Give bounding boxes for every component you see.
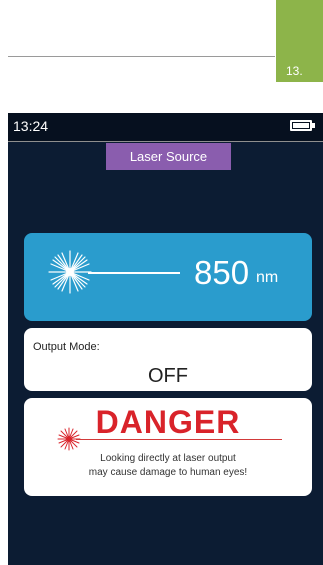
battery-tip xyxy=(312,123,315,128)
danger-warning-panel: DANGER Looking directly at laser output … xyxy=(24,398,312,496)
output-mode-panel[interactable]: Output Mode: OFF xyxy=(24,328,312,391)
wavelength-panel[interactable]: 850 nm xyxy=(24,233,312,321)
manual-page: 13. 13:24 Laser Source 850 nm Output Mod… xyxy=(0,0,323,565)
screen-title-tab: Laser Source xyxy=(106,143,231,170)
output-mode-value: OFF xyxy=(148,365,188,387)
danger-title: DANGER xyxy=(95,404,241,440)
output-mode-label: Output Mode: xyxy=(33,341,100,353)
laser-beam-line xyxy=(88,272,180,274)
danger-message: Looking directly at laser output may cau… xyxy=(24,452,312,480)
laser-burst-icon xyxy=(48,250,92,294)
battery-icon xyxy=(290,120,312,131)
page-number: 13. xyxy=(286,64,303,78)
status-bar: 13:24 xyxy=(8,113,323,142)
wavelength-unit: nm xyxy=(256,269,279,286)
danger-message-line-1: Looking directly at laser output xyxy=(100,453,236,464)
header-rule xyxy=(8,56,275,57)
device-screen: 13:24 Laser Source 850 nm Output Mode: O… xyxy=(8,113,323,565)
danger-message-line-2: may cause damage to human eyes! xyxy=(88,467,248,478)
wavelength-value: 850 xyxy=(194,254,250,291)
status-time: 13:24 xyxy=(13,118,49,134)
